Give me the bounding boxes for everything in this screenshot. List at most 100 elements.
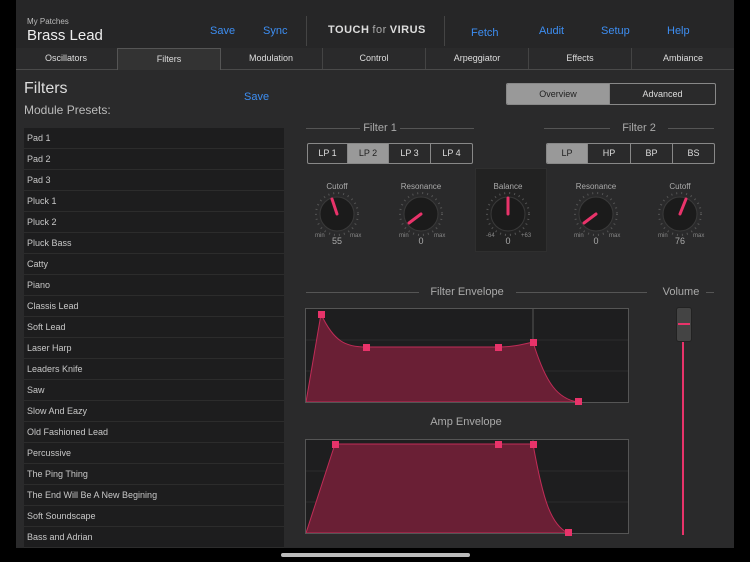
amp-envelope-title: Amp Envelope	[430, 416, 502, 428]
advanced-button[interactable]: Advanced	[610, 84, 715, 104]
amp-envelope-shape	[306, 443, 569, 533]
volume-slider-thumb[interactable]	[676, 307, 692, 342]
preset-item[interactable]: Classis Lead	[24, 296, 284, 317]
tab-ambiance[interactable]: Ambiance	[632, 48, 734, 69]
balance-value: 0	[505, 236, 511, 246]
preset-item[interactable]: Pluck 1	[24, 191, 284, 212]
patch-caption: My Patches	[27, 17, 69, 26]
filter1-mode-lp4[interactable]: LP 4	[431, 144, 472, 163]
filter-envelope-curve	[306, 309, 628, 402]
overview-button[interactable]: Overview	[507, 84, 610, 104]
save-preset-button[interactable]: Save	[244, 91, 269, 103]
attack-handle[interactable]	[318, 311, 325, 318]
divider	[400, 128, 474, 129]
preset-item[interactable]: The End Will Be A New Begining	[24, 485, 284, 506]
filter1-resonance-value: 0	[418, 236, 424, 246]
preset-item[interactable]: The Ping Thing	[24, 464, 284, 485]
filter2-title: Filter 2	[622, 122, 656, 134]
filter1-cutoff-knob[interactable]: min max	[306, 190, 368, 242]
divider	[706, 292, 714, 293]
filter-envelope-graph[interactable]	[305, 308, 629, 405]
view-toggle: Overview Advanced	[506, 83, 716, 105]
logo-for: for	[372, 24, 387, 36]
filter1-title: Filter 1	[363, 122, 397, 134]
preset-item[interactable]: Saw	[24, 380, 284, 401]
release-handle[interactable]	[565, 529, 572, 536]
tab-control[interactable]: Control	[323, 48, 425, 69]
preset-item[interactable]: Pad 1	[24, 128, 284, 149]
separator	[306, 16, 307, 46]
preset-item[interactable]: Pad 3	[24, 170, 284, 191]
logo-touch: TOUCH	[328, 24, 370, 36]
tab-filters[interactable]: Filters	[117, 48, 221, 70]
sync-button[interactable]: Sync	[263, 25, 287, 37]
setup-button[interactable]: Setup	[601, 25, 630, 37]
help-button[interactable]: Help	[667, 25, 690, 37]
decay-handle[interactable]	[363, 344, 370, 351]
divider	[544, 128, 610, 129]
preset-item[interactable]: Bass and Adrian	[24, 527, 284, 548]
save-patch-button[interactable]: Save	[210, 25, 235, 37]
preset-item[interactable]: Pad 2	[24, 149, 284, 170]
divider	[306, 292, 419, 293]
divider	[306, 128, 360, 129]
filter1-cutoff-value: 55	[331, 236, 342, 246]
tab-oscillators[interactable]: Oscillators	[16, 48, 116, 69]
app-logo: TOUCH for VIRUS	[328, 24, 426, 36]
module-presets-label: Module Presets:	[24, 103, 111, 117]
thumb-indicator	[678, 323, 690, 325]
app-window: My Patches Brass Lead Save Sync TOUCH for…	[16, 0, 734, 548]
divider	[668, 128, 714, 129]
logo-virus: VIRUS	[389, 24, 426, 36]
filter2-resonance-knob[interactable]: min max	[565, 190, 627, 242]
sustain-handle[interactable]	[495, 344, 502, 351]
preset-item[interactable]: Piano	[24, 275, 284, 296]
amp-envelope-graph[interactable]	[305, 439, 629, 536]
filter2-mode-bp[interactable]: BP	[631, 144, 673, 163]
preset-list[interactable]: Pad 1 Pad 2 Pad 3 Pluck 1 Pluck 2 Pluck Bass C…	[24, 128, 284, 548]
filter2-mode-selector: LP HP BP BS	[546, 143, 715, 164]
filter2-cutoff-knob[interactable]: min max	[649, 190, 711, 242]
tab-arpeggiator[interactable]: Arpeggiator	[426, 48, 528, 69]
preset-item[interactable]: Leaders Knife	[24, 359, 284, 380]
filter1-resonance-knob[interactable]: min max	[390, 190, 452, 242]
preset-item[interactable]: Soft Soundscape	[24, 506, 284, 527]
sustain-end-handle[interactable]	[530, 441, 537, 448]
divider	[516, 292, 647, 293]
preset-item[interactable]: Pluck Bass	[24, 233, 284, 254]
filter2-mode-lp[interactable]: LP	[547, 144, 588, 163]
volume-title: Volume	[662, 286, 700, 298]
preset-item[interactable]: Catty	[24, 254, 284, 275]
panel-title: Filters	[24, 80, 68, 97]
filter1-mode-lp1[interactable]: LP 1	[308, 144, 348, 163]
audit-button[interactable]: Audit	[539, 25, 564, 37]
preset-item[interactable]: Old Fashioned Lead	[24, 422, 284, 443]
sustain-end-handle[interactable]	[530, 339, 537, 346]
filter2-mode-bs[interactable]: BS	[673, 144, 714, 163]
preset-item[interactable]: Laser Harp	[24, 338, 284, 359]
tab-modulation[interactable]: Modulation	[220, 48, 322, 69]
preset-item[interactable]: Slow And Eazy	[24, 401, 284, 422]
attack-handle[interactable]	[332, 441, 339, 448]
filter1-mode-lp3[interactable]: LP 3	[389, 144, 431, 163]
filter1-mode-selector: LP 1 LP 2 LP 3 LP 4	[307, 143, 473, 164]
patch-name[interactable]: Brass Lead	[27, 27, 103, 44]
preset-item[interactable]: Pluck 2	[24, 212, 284, 233]
filter-envelope-title: Filter Envelope	[430, 286, 504, 298]
separator	[444, 16, 445, 46]
amp-envelope-curve	[306, 440, 628, 533]
filter-envelope-shape	[306, 312, 579, 402]
sustain-handle[interactable]	[495, 441, 502, 448]
filter2-mode-hp[interactable]: HP	[588, 144, 631, 163]
top-bar: My Patches Brass Lead Save Sync TOUCH for…	[16, 0, 734, 48]
tab-effects[interactable]: Effects	[529, 48, 631, 69]
filter2-cutoff-value: 76	[674, 236, 685, 246]
fetch-button[interactable]: Fetch	[471, 27, 499, 39]
balance-knob[interactable]: -64 +63	[477, 190, 539, 242]
volume-slider-track[interactable]	[682, 323, 684, 535]
filter2-resonance-value: 0	[593, 236, 599, 246]
preset-item[interactable]: Soft Lead	[24, 317, 284, 338]
filter1-mode-lp2[interactable]: LP 2	[348, 144, 389, 163]
preset-item[interactable]: Percussive	[24, 443, 284, 464]
release-handle[interactable]	[575, 398, 582, 405]
